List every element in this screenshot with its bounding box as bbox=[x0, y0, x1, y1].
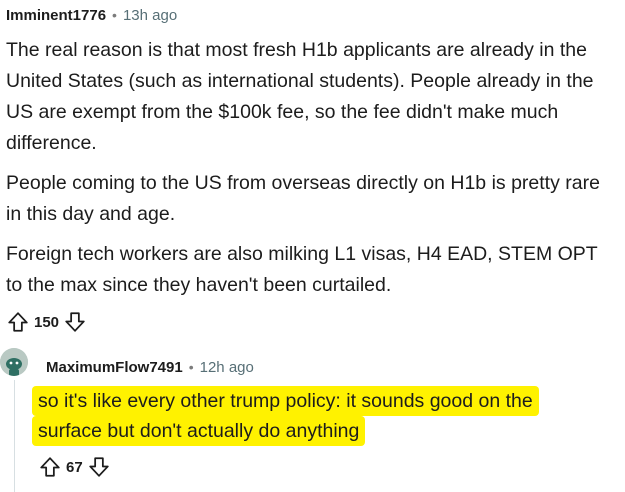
upvote-button[interactable] bbox=[38, 455, 62, 479]
thread-line[interactable] bbox=[14, 380, 15, 492]
downvote-button[interactable] bbox=[87, 455, 111, 479]
reply-comment: MaximumFlow7491 • 12h ago so it's like e… bbox=[0, 340, 625, 492]
meta-separator: • bbox=[188, 359, 194, 375]
reply-score: 67 bbox=[66, 458, 83, 476]
comment-body: The real reason is that most fresh H1b a… bbox=[6, 35, 618, 301]
comment: Imminent1776 • 13h ago The real reason i… bbox=[6, 4, 618, 335]
reply-timestamp[interactable]: 12h ago bbox=[200, 359, 254, 376]
downvote-button[interactable] bbox=[63, 310, 87, 334]
comment-score: 150 bbox=[34, 313, 60, 331]
comment-paragraph: Foreign tech workers are also milking L1… bbox=[6, 243, 598, 296]
comment-vote-bar: 150 bbox=[6, 309, 618, 335]
comment-meta: Imminent1776 • 13h ago bbox=[6, 4, 618, 26]
reply-body: so it's like every other trump policy: i… bbox=[32, 386, 592, 446]
downvote-arrow-icon bbox=[65, 312, 85, 332]
comment-timestamp[interactable]: 13h ago bbox=[123, 7, 177, 24]
upvote-arrow-icon bbox=[8, 312, 28, 332]
reply-vote-bar: 67 bbox=[38, 454, 111, 480]
comment-author[interactable]: Imminent1776 bbox=[6, 7, 106, 24]
highlighted-text-line: surface but don't actually do anything bbox=[32, 416, 366, 446]
reply-author[interactable]: MaximumFlow7491 bbox=[46, 359, 183, 376]
upvote-arrow-icon bbox=[40, 457, 60, 477]
reply-meta: MaximumFlow7491 • 12h ago bbox=[46, 356, 254, 378]
downvote-arrow-icon bbox=[89, 457, 109, 477]
comment-paragraph: People coming to the US from overseas di… bbox=[6, 172, 600, 225]
meta-separator: • bbox=[112, 7, 117, 23]
upvote-button[interactable] bbox=[6, 310, 30, 334]
comment-paragraph: The real reason is that most fresh H1b a… bbox=[6, 39, 594, 154]
snoo-avatar-icon[interactable] bbox=[0, 348, 28, 376]
highlighted-text-line: so it's like every other trump policy: i… bbox=[32, 386, 539, 416]
